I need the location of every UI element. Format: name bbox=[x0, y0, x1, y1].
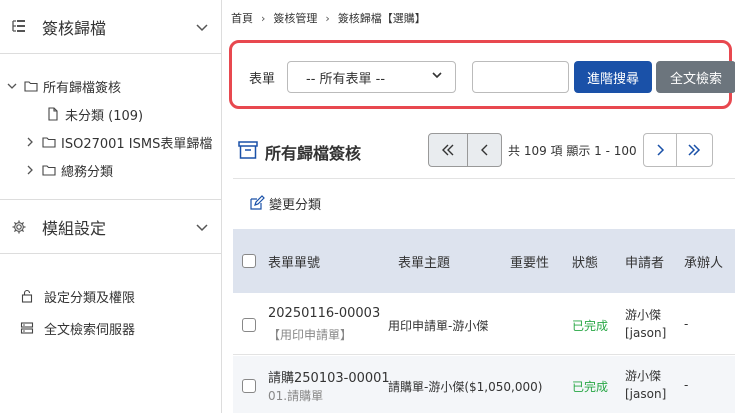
column-header-applicant[interactable]: 申請者 bbox=[625, 252, 664, 271]
tree-item-label: ISO27001 ISMS表單歸檔 bbox=[61, 136, 213, 152]
tree-item-label: 所有歸檔簽核 bbox=[43, 80, 122, 96]
archive-table: 變更分類 表單單號 表單主題 重要性 狀態 申請者 承辦人 20250116-0… bbox=[233, 178, 735, 413]
settings-item-fulltext-server[interactable]: 全文檢索伺服器 bbox=[0, 312, 221, 344]
fulltext-search-button[interactable]: 全文檢索 bbox=[656, 61, 735, 93]
row-subject[interactable]: 用印申請單-游小傑 bbox=[388, 317, 488, 334]
search-panel: 表單 -- 所有表單 -- 進階搜尋 全文檢索 bbox=[229, 40, 735, 109]
breadcrumb-home[interactable]: 首頁 bbox=[231, 10, 253, 26]
row-checkbox[interactable] bbox=[242, 318, 256, 332]
row-applicant-account: [jason] bbox=[625, 326, 667, 340]
list-header: 所有歸檔簽核 bbox=[237, 140, 361, 164]
chevron-right-icon[interactable] bbox=[24, 164, 36, 176]
search-input[interactable] bbox=[472, 61, 569, 93]
list-title: 所有歸檔簽核 bbox=[265, 144, 362, 163]
chevron-right-icon: › bbox=[325, 11, 330, 25]
column-header-subject[interactable]: 表單主題 bbox=[398, 252, 450, 271]
row-form-no[interactable]: 請購250103-00001 bbox=[268, 367, 390, 386]
change-category-button[interactable]: 變更分類 bbox=[249, 194, 321, 213]
table-toolbar: 變更分類 bbox=[233, 179, 735, 227]
chevron-left-icon bbox=[480, 144, 487, 156]
gear-icon bbox=[10, 218, 28, 236]
settings-item-permissions[interactable]: 設定分類及權限 bbox=[0, 280, 221, 312]
tree-item-general-affairs[interactable]: 總務分類 bbox=[0, 156, 221, 184]
form-select-value: -- 所有表單 -- bbox=[306, 71, 386, 87]
chevron-right-icon[interactable] bbox=[24, 136, 36, 148]
tree-item-label: 總務分類 bbox=[61, 164, 114, 180]
folder-icon bbox=[42, 163, 56, 177]
select-all-checkbox[interactable] bbox=[242, 254, 256, 268]
row-applicant: 游小傑 bbox=[625, 308, 662, 322]
tree-item-root[interactable]: 所有歸檔簽核 bbox=[0, 72, 221, 100]
main-content: 首頁 › 簽核管理 › 簽核歸檔【選購】 表單 -- 所有表單 -- 進階搜尋 … bbox=[223, 0, 735, 413]
sidebar-section-title: 模組設定 bbox=[42, 218, 107, 238]
category-tree: 所有歸檔簽核 未分類 (109) ISO27001 ISMS表單歸檔 總務分類 bbox=[0, 54, 221, 200]
folder-icon bbox=[24, 79, 38, 93]
status-badge: 已完成 bbox=[572, 319, 609, 333]
chevron-right-icon bbox=[657, 144, 664, 156]
row-form-name: 【用印申請單】 bbox=[268, 328, 353, 342]
sidebar-section-title: 簽核歸檔 bbox=[42, 18, 107, 38]
breadcrumb-current: 簽核歸檔【選購】 bbox=[337, 12, 426, 25]
folder-icon bbox=[42, 135, 56, 149]
lock-icon bbox=[20, 289, 34, 303]
tree-item-iso27001[interactable]: ISO27001 ISMS表單歸檔 bbox=[0, 128, 221, 156]
breadcrumb-signoff-management[interactable]: 簽核管理 bbox=[273, 10, 317, 26]
chevron-down-icon[interactable] bbox=[195, 220, 209, 234]
archive-box-icon bbox=[237, 140, 259, 164]
last-page-button[interactable] bbox=[676, 133, 713, 167]
row-form-no[interactable]: 20250116-00003 bbox=[268, 306, 380, 321]
column-header-status[interactable]: 狀態 bbox=[572, 252, 598, 271]
settings-list: 設定分類及權限 全文檢索伺服器 bbox=[0, 254, 221, 344]
sidebar: 簽核歸檔 所有歸檔簽核 未分類 (109) ISO27001 ISMS表單歸檔 … bbox=[0, 0, 222, 413]
prev-page-button[interactable] bbox=[468, 133, 502, 167]
tree-item-uncategorized[interactable]: 未分類 (109) bbox=[0, 100, 221, 128]
next-page-button[interactable] bbox=[642, 133, 677, 167]
double-chevron-right-icon bbox=[688, 144, 701, 156]
sidebar-section-archive[interactable]: 簽核歸檔 bbox=[0, 0, 221, 54]
chevron-down-icon[interactable] bbox=[6, 80, 18, 92]
chevron-down-icon bbox=[431, 69, 443, 85]
column-header-importance[interactable]: 重要性 bbox=[510, 252, 549, 271]
chevron-down-icon[interactable] bbox=[195, 20, 209, 34]
row-handler: - bbox=[684, 378, 689, 392]
settings-item-label: 全文檢索伺服器 bbox=[44, 322, 136, 338]
tree-item-label: 未分類 (109) bbox=[65, 108, 144, 124]
advanced-search-button[interactable]: 進階搜尋 bbox=[574, 61, 652, 93]
pagination: 共 109 項 顯示 1 - 100 bbox=[428, 133, 713, 167]
column-header-form-no[interactable]: 表單單號 bbox=[268, 252, 320, 271]
row-handler: - bbox=[684, 317, 689, 331]
pager-info: 共 109 項 顯示 1 - 100 bbox=[508, 143, 637, 158]
row-checkbox[interactable] bbox=[242, 379, 256, 393]
file-icon bbox=[46, 107, 60, 121]
chevron-right-icon: › bbox=[261, 11, 266, 25]
change-category-label: 變更分類 bbox=[269, 197, 322, 213]
column-header-handler[interactable]: 承辦人 bbox=[684, 252, 723, 271]
table-row[interactable]: 請購250103-00001 01.請購單 請購單-游小傑($1,050,000… bbox=[233, 356, 735, 413]
row-subject[interactable]: 請購單-游小傑($1,050,000) bbox=[388, 378, 542, 395]
form-label: 表單 bbox=[249, 72, 276, 87]
sidebar-section-module-settings[interactable]: 模組設定 bbox=[0, 200, 221, 254]
double-chevron-left-icon bbox=[442, 144, 454, 156]
edit-icon bbox=[249, 195, 265, 211]
table-header: 表單單號 表單主題 重要性 狀態 申請者 承辦人 bbox=[233, 229, 735, 293]
first-page-button[interactable] bbox=[428, 133, 468, 167]
server-icon bbox=[20, 321, 34, 335]
row-form-name: 01.請購單 bbox=[268, 389, 324, 403]
row-applicant-account: [jason] bbox=[625, 387, 667, 401]
form-select[interactable]: -- 所有表單 -- bbox=[287, 61, 456, 93]
row-applicant: 游小傑 bbox=[625, 369, 662, 383]
tree-list-icon bbox=[10, 18, 28, 36]
breadcrumb: 首頁 › 簽核管理 › 簽核歸檔【選購】 bbox=[231, 10, 426, 26]
settings-item-label: 設定分類及權限 bbox=[44, 290, 136, 306]
status-badge: 已完成 bbox=[572, 380, 609, 394]
table-row[interactable]: 20250116-00003 【用印申請單】 用印申請單-游小傑 已完成 游小傑… bbox=[233, 295, 735, 355]
